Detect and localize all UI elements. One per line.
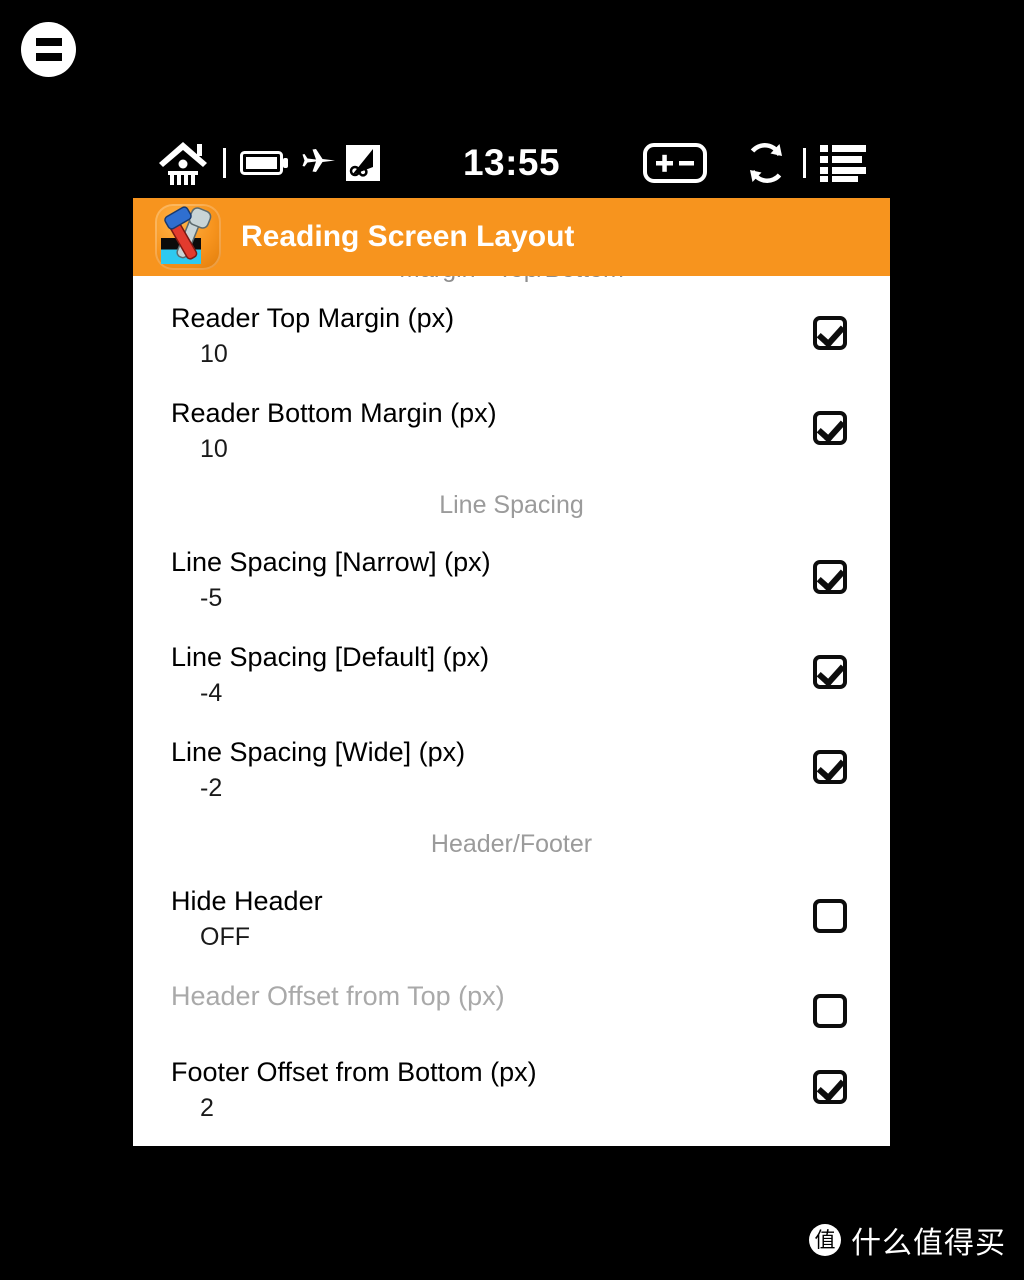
clipped-section-header: Margin - Top/Bottom <box>133 276 890 288</box>
section-header: Line Spacing <box>439 491 584 520</box>
settings-row[interactable]: Line Spacing [Narrow] (px) -5 <box>133 532 890 627</box>
status-divider-right <box>803 148 807 178</box>
clipped-section-header-label: Margin - Top/Bottom <box>133 276 890 284</box>
page-title: Reading Screen Layout <box>241 220 575 253</box>
home-icon[interactable] <box>157 140 209 186</box>
checkbox-checked[interactable] <box>813 410 847 445</box>
settings-row-texts: Reader Top Margin (px) 10 <box>133 303 770 369</box>
settings-row[interactable]: Reader Top Margin (px) 10 <box>133 288 890 383</box>
settings-row-value: 2 <box>200 1094 214 1123</box>
settings-row[interactable]: Hide Header OFF <box>133 871 890 966</box>
settings-row-checkbox-cell <box>770 1058 890 1104</box>
checkbox-checked[interactable] <box>813 749 847 784</box>
menu-badge-bar-bottom <box>35 53 62 61</box>
settings-row-value: -5 <box>200 584 223 613</box>
status-divider-left <box>223 148 226 178</box>
settings-row-title: Reader Bottom Margin (px) <box>171 397 497 428</box>
device-screen: 13:55 Reading Screen Layout Reader Top M… <box>133 128 890 1146</box>
battery-icon <box>240 148 290 178</box>
settings-row-checkbox-cell <box>770 738 890 784</box>
plus-minus-contrast-icon[interactable] <box>643 143 708 183</box>
settings-row-texts: Hide Header OFF <box>133 887 770 952</box>
menu-badge-icon[interactable] <box>21 22 76 77</box>
list-menu-icon[interactable] <box>820 143 867 183</box>
status-bar-left <box>157 140 380 186</box>
settings-list[interactable]: Margin - Top/Bottom Reader Top Margin (p… <box>133 276 890 1146</box>
settings-row-title: Line Spacing [Default] (px) <box>171 641 490 672</box>
status-clock: 13:55 <box>462 142 561 183</box>
settings-row-checkbox-cell <box>770 982 890 1028</box>
settings-row[interactable]: Reader Bottom Margin (px) 10 <box>133 383 890 478</box>
settings-row-title: Line Spacing [Wide] (px) <box>171 736 466 767</box>
settings-row-value: 10 <box>200 434 228 463</box>
settings-row[interactable]: Header Offset from Top (px) <box>133 966 890 1042</box>
settings-row-value: -2 <box>200 773 223 802</box>
settings-row-texts: Footer Offset from Bottom (px) 2 <box>133 1056 770 1123</box>
section-header: Header/Footer <box>430 830 593 859</box>
settings-row[interactable]: Line Spacing [Wide] (px) -2 <box>133 722 890 817</box>
settings-row-checkbox-cell <box>770 887 890 934</box>
settings-row-title: Line Spacing [Narrow] (px) <box>171 547 491 578</box>
settings-row-value: -4 <box>200 679 223 708</box>
settings-row-checkbox-cell <box>770 548 890 595</box>
settings-row-value: 10 <box>200 340 228 369</box>
checkbox-checked[interactable] <box>813 654 847 689</box>
checkbox-checked[interactable] <box>813 316 847 350</box>
settings-row-checkbox-cell <box>770 304 890 350</box>
status-bar: 13:55 <box>133 128 890 198</box>
status-bar-right <box>643 140 867 186</box>
settings-row-value: OFF <box>200 923 250 952</box>
app-title-bar: Reading Screen Layout <box>133 198 890 276</box>
watermark-text: 什么值得买 <box>851 1226 1006 1261</box>
settings-row-texts: Line Spacing [Narrow] (px) -5 <box>133 548 770 613</box>
settings-row-title: Hide Header <box>171 886 323 917</box>
checkbox-unchecked[interactable] <box>813 899 847 934</box>
airplane-mode-icon <box>302 148 336 178</box>
settings-row-checkbox-cell <box>770 399 890 445</box>
wifi-off-icon <box>346 145 380 181</box>
checkbox-checked[interactable] <box>813 1069 847 1104</box>
settings-row-texts: Header Offset from Top (px) <box>133 980 770 1011</box>
settings-row-texts: Reader Bottom Margin (px) 10 <box>133 397 770 464</box>
watermark: 值 什么值得买 <box>809 1218 1006 1262</box>
refresh-icon[interactable] <box>743 140 789 186</box>
tools-app-icon <box>155 204 221 270</box>
menu-badge-bar-top <box>35 38 62 46</box>
settings-row[interactable]: Line Spacing [Default] (px) -4 <box>133 627 890 722</box>
settings-row-texts: Line Spacing [Wide] (px) -2 <box>133 736 770 803</box>
settings-row-title: Reader Top Margin (px) <box>171 303 455 333</box>
settings-row-checkbox-cell <box>770 643 890 689</box>
checkbox-checked[interactable] <box>813 560 847 595</box>
settings-row-title: Footer Offset from Bottom (px) <box>171 1056 537 1087</box>
watermark-badge: 值 <box>809 1224 841 1256</box>
settings-row-texts: Line Spacing [Default] (px) -4 <box>133 641 770 708</box>
settings-row[interactable]: Footer Offset from Bottom (px) 2 <box>133 1042 890 1137</box>
settings-row-title: Header Offset from Top (px) <box>171 980 505 1011</box>
checkbox-unchecked[interactable] <box>813 993 847 1028</box>
